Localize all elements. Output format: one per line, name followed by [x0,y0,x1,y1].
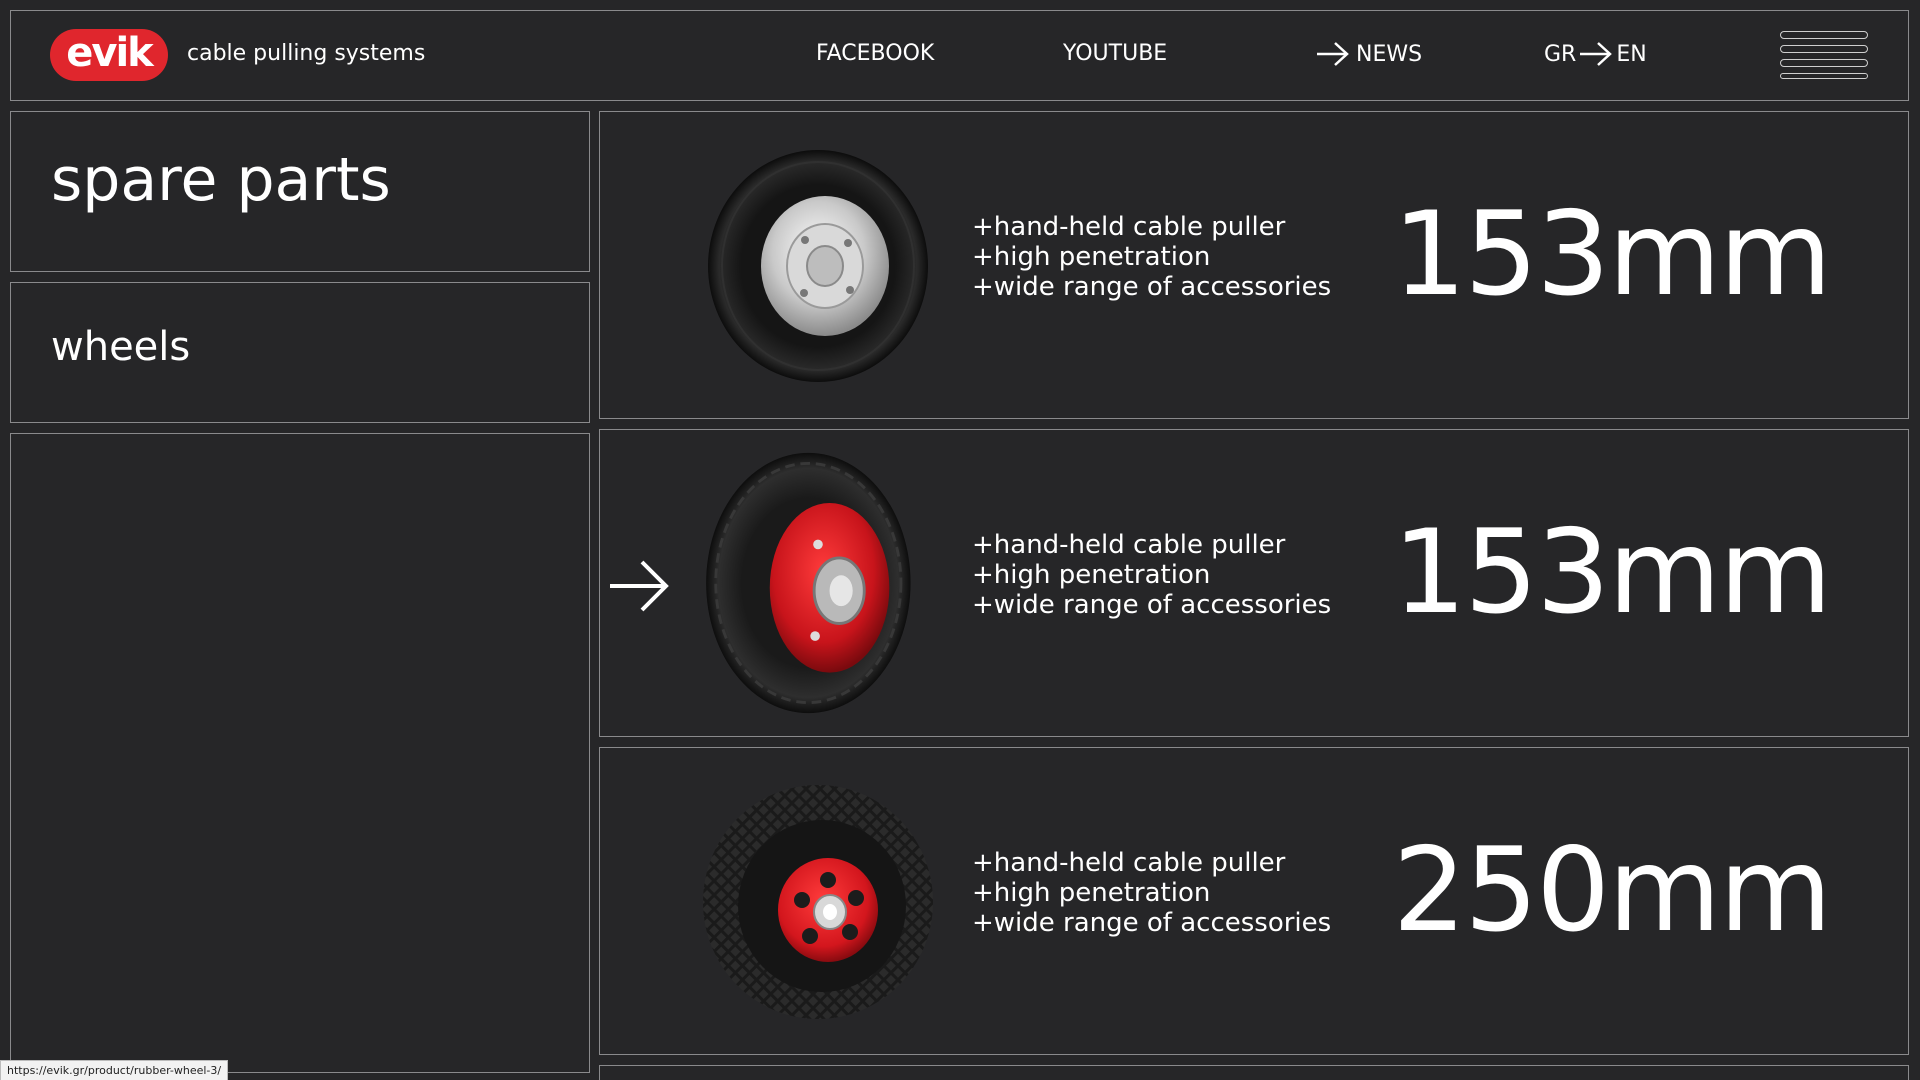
arrow-right-icon [1317,42,1349,66]
page-title: spare parts [51,145,391,215]
product-card[interactable]: +hand-held cable puller +high penetratio… [599,747,1909,1055]
sidebar-empty-panel [10,433,590,1073]
lang-from: GR [1544,41,1577,67]
menu-bar [1780,31,1868,39]
product-size: 250mm [1392,823,1832,958]
product-size: 153mm [1392,187,1832,322]
product-features: +hand-held cable puller +high penetratio… [972,848,1331,938]
product-image-treaded-wheel-red-hub [703,785,933,1019]
menu-bar [1780,59,1868,67]
feature-line: +high penetration [972,242,1211,272]
product-card[interactable] [599,1065,1909,1080]
hamburger-menu-icon[interactable] [1780,31,1872,79]
feature-line: +high penetration [972,878,1211,908]
section-title-box: spare parts [10,111,590,272]
product-image-black-wheel-red-hub [706,452,911,714]
arrow-right-icon [1580,42,1613,66]
product-image-black-wheel-silver-hub [708,150,928,382]
nav-news-label: NEWS [1356,41,1423,67]
category-wheels[interactable]: wheels [51,327,190,367]
page: evik cable pulling systems FACEBOOK YOUT… [0,0,1920,1080]
feature-line: +high penetration [972,560,1211,590]
menu-bar [1780,73,1868,79]
menu-bar [1780,45,1868,53]
nav-facebook-link[interactable]: FACEBOOK [816,41,934,66]
nav-facebook-label: FACEBOOK [816,41,935,66]
lang-to: EN [1616,41,1647,67]
arrow-right-icon [610,560,669,612]
nav-news-link[interactable]: NEWS [1316,41,1422,67]
product-card[interactable]: +hand-held cable puller +high penetratio… [599,429,1909,737]
product-features: +hand-held cable puller +high penetratio… [972,212,1331,302]
evik-logo[interactable]: evik [50,29,168,81]
product-features: +hand-held cable puller +high penetratio… [972,530,1331,620]
tagline: cable pulling systems [187,41,426,66]
language-switcher[interactable]: GR EN [1544,41,1647,67]
category-box[interactable]: wheels [10,282,590,423]
feature-line: +wide range of accessories [972,590,1332,620]
product-size: 153mm [1392,505,1832,640]
status-bar-url: https://evik.gr/product/rubber-wheel-3/ [0,1060,229,1080]
feature-line: +hand-held cable puller [972,848,1286,878]
feature-line: +hand-held cable puller [972,212,1286,242]
product-card[interactable]: +hand-held cable puller +high penetratio… [599,111,1909,419]
feature-line: +hand-held cable puller [972,530,1286,560]
feature-line: +wide range of accessories [972,272,1332,302]
nav-youtube-label: YOUTUBE [1063,41,1168,66]
feature-line: +wide range of accessories [972,908,1332,938]
logo-text: evik [66,30,154,76]
nav-youtube-link[interactable]: YOUTUBE [1063,41,1167,66]
site-header: evik cable pulling systems FACEBOOK YOUT… [10,10,1909,101]
